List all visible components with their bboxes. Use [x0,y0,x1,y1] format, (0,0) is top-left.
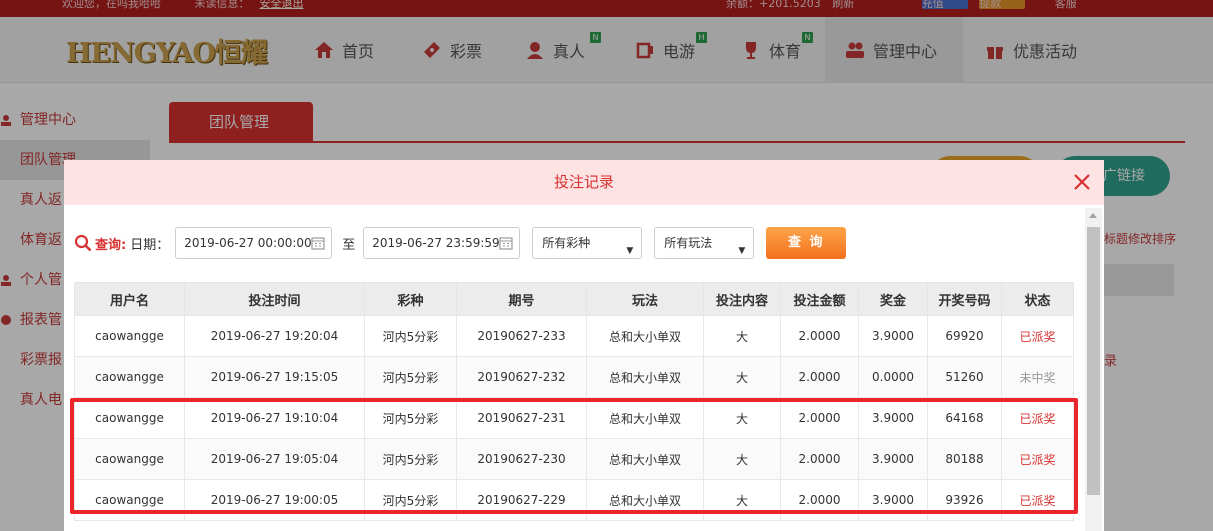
close-icon[interactable] [1072,172,1092,192]
column-header: 投注金额 [780,282,859,316]
end-date-value: 2019-06-27 23:59:59 [372,236,500,250]
search-icon [74,234,92,252]
table-cell: 20190627-232 [456,356,587,398]
start-date-value: 2019-06-27 00:00:00 [184,236,312,250]
table-cell: 2.0000 [780,315,859,357]
calendar-icon[interactable] [311,236,325,250]
table-cell: 大 [703,356,781,398]
column-header: 投注时间 [184,282,365,316]
scroll-up-arrow-icon[interactable] [1089,213,1097,218]
filter-bar: 查询: 日期： 2019-06-27 00:00:00 至 2019-06-27… [74,227,847,259]
table-cell: 河内5分彩 [364,315,457,357]
calendar-icon[interactable] [499,236,513,250]
table-header-row: 用户名 投注时间 彩种 期号 玩法 投注内容 投注金额 奖金 开奖号码 状态 [74,282,1074,316]
table-cell: 大 [703,315,781,357]
table-cell: 51260 [927,356,1002,398]
modal-scrollbar[interactable] [1085,208,1102,531]
annotation-highlight-box [70,398,1078,514]
table-cell: 总和大小单双 [586,315,704,357]
scrollbar-thumb[interactable] [1087,227,1100,495]
table-row: caowangge 2019-06-27 19:15:05 河内5分彩 2019062… [74,356,1074,398]
status-cell: 已派奖 [1001,315,1074,357]
column-header: 状态 [1001,282,1074,316]
table-cell: 2019-06-27 19:20:04 [184,315,365,357]
table-cell: 2019-06-27 19:15:05 [184,356,365,398]
query-label: 查询: [95,237,127,253]
modal-header: 投注记录 [64,160,1104,205]
column-header: 玩法 [586,282,704,316]
date-separator: 至 [342,237,356,253]
play-type-value: 所有玩法 [664,236,713,250]
modal-title: 投注记录 [553,173,614,191]
table-cell: 河内5分彩 [364,356,457,398]
table-cell: 20190627-233 [456,315,587,357]
lottery-type-select[interactable]: 所有彩种 ▼ [532,227,643,259]
table-cell: 2.0000 [780,356,859,398]
play-type-select[interactable]: 所有玩法 ▼ [654,227,755,259]
start-date-input[interactable]: 2019-06-27 00:00:00 [175,227,333,259]
column-header: 投注内容 [703,282,781,316]
table-cell: 总和大小单双 [586,356,704,398]
table-cell: caowangge [74,315,185,357]
table-row: caowangge 2019-06-27 19:20:04 河内5分彩 2019062… [74,315,1074,357]
chevron-down-icon: ▼ [738,246,746,256]
column-header: 彩种 [364,282,457,316]
lottery-type-value: 所有彩种 [542,236,591,250]
column-header: 开奖号码 [927,282,1002,316]
date-label: 日期： [130,237,170,253]
column-header: 期号 [456,282,587,316]
table-cell: caowangge [74,356,185,398]
query-button[interactable]: 查 询 [766,227,847,259]
table-cell: 69920 [927,315,1002,357]
column-header: 奖金 [858,282,928,316]
table-cell: 0.0000 [858,356,928,398]
table-cell: 3.9000 [858,315,928,357]
end-date-input[interactable]: 2019-06-27 23:59:59 [363,227,521,259]
chevron-down-icon: ▼ [626,246,634,256]
status-cell: 未中奖 [1001,356,1074,398]
column-header: 用户名 [74,282,185,316]
